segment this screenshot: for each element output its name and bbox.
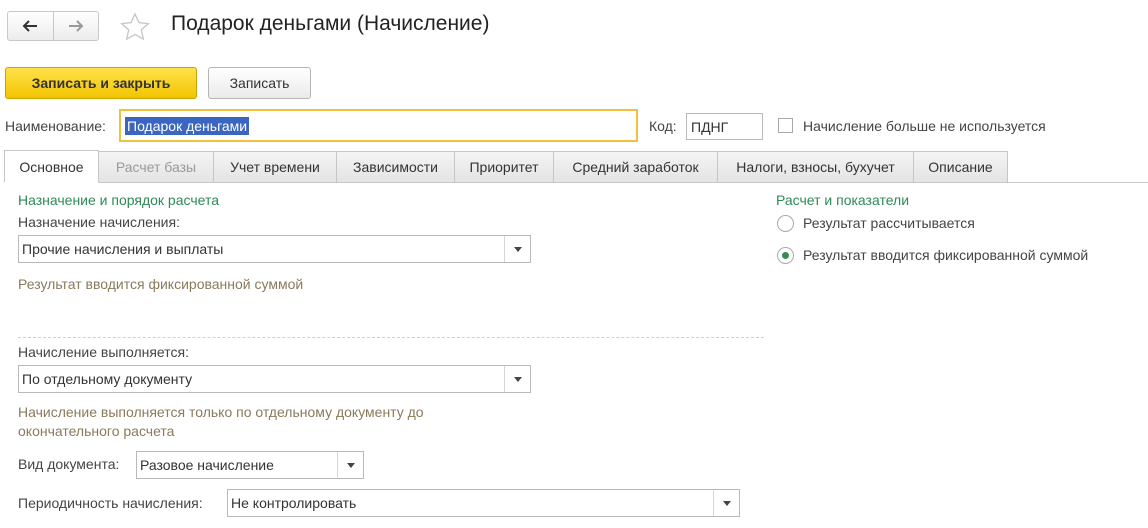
- history-navigation: [7, 11, 99, 41]
- tab-base-calculation[interactable]: Расчет базы: [99, 151, 214, 183]
- radio-calculated[interactable]: [777, 215, 794, 232]
- tab-taxes[interactable]: Налоги, взносы, бухучет: [718, 151, 914, 183]
- radio-fixed-amount-label[interactable]: Результат вводится фиксированной суммой: [803, 247, 1088, 263]
- forward-button[interactable]: [52, 12, 99, 40]
- tab-time-tracking[interactable]: Учет времени: [214, 151, 337, 183]
- tab-bar: Основное Расчет базы Учет времени Зависи…: [4, 150, 1008, 183]
- tab-description[interactable]: Описание: [914, 151, 1008, 183]
- arrow-right-icon: [68, 20, 84, 32]
- unused-checkbox[interactable]: [778, 118, 793, 133]
- purpose-select[interactable]: Прочие начисления и выплаты: [18, 235, 531, 263]
- dropdown-arrow-icon: [513, 376, 522, 382]
- tab-average-earnings[interactable]: Средний заработок: [554, 151, 718, 183]
- code-input[interactable]: ПДНГ: [686, 113, 763, 140]
- execution-hint-line1: Начисление выполняется только по отдельн…: [18, 404, 424, 420]
- dropdown-arrow-icon: [513, 246, 522, 252]
- execution-select[interactable]: По отдельному документу: [18, 365, 531, 393]
- page-title: Подарок деньгами (Начисление): [171, 12, 490, 35]
- execution-label: Начисление выполняется:: [18, 344, 189, 360]
- calculation-section-title: Расчет и показатели: [776, 192, 910, 208]
- save-and-close-button[interactable]: Записать и закрыть: [5, 67, 197, 99]
- purpose-dropdown-button[interactable]: [504, 236, 530, 262]
- dropdown-arrow-icon: [722, 500, 731, 506]
- tab-priority[interactable]: Приоритет: [455, 151, 554, 183]
- save-button[interactable]: Записать: [208, 67, 311, 99]
- purpose-select-value: Прочие начисления и выплаты: [22, 241, 224, 257]
- dropdown-arrow-icon: [346, 462, 355, 468]
- code-label: Код:: [649, 118, 677, 134]
- doc-type-select-value: Разовое начисление: [140, 457, 274, 473]
- periodicity-select-value: Не контролировать: [231, 495, 357, 511]
- periodicity-select[interactable]: Не контролировать: [227, 489, 740, 517]
- execution-select-value: По отдельному документу: [22, 371, 193, 387]
- doc-type-label: Вид документа:: [18, 456, 120, 472]
- purpose-section-title: Назначение и порядок расчета: [18, 192, 220, 208]
- periodicity-dropdown-button[interactable]: [713, 490, 739, 516]
- back-button[interactable]: [8, 12, 53, 40]
- tab-main[interactable]: Основное: [4, 150, 99, 183]
- section-divider: [18, 337, 764, 338]
- name-input-value: Подарок деньгами: [125, 116, 250, 135]
- name-label: Наименование:: [5, 118, 106, 134]
- purpose-hint: Результат вводится фиксированной суммой: [18, 276, 304, 292]
- periodicity-label: Периодичность начисления:: [18, 495, 203, 511]
- purpose-label: Назначение начисления:: [18, 214, 180, 230]
- doc-type-dropdown-button[interactable]: [337, 452, 363, 478]
- execution-hint-line2: окончательного расчета: [18, 423, 175, 439]
- radio-selected-dot: [782, 252, 789, 259]
- star-icon[interactable]: [119, 12, 151, 42]
- name-input[interactable]: Подарок деньгами: [119, 109, 638, 142]
- tab-dependencies[interactable]: Зависимости: [337, 151, 455, 183]
- doc-type-select[interactable]: Разовое начисление: [136, 451, 364, 479]
- arrow-left-icon: [22, 20, 38, 32]
- execution-dropdown-button[interactable]: [504, 366, 530, 392]
- radio-calculated-label[interactable]: Результат рассчитывается: [803, 215, 975, 231]
- radio-fixed-amount[interactable]: [777, 247, 794, 264]
- unused-label: Начисление больше не используется: [803, 118, 1046, 134]
